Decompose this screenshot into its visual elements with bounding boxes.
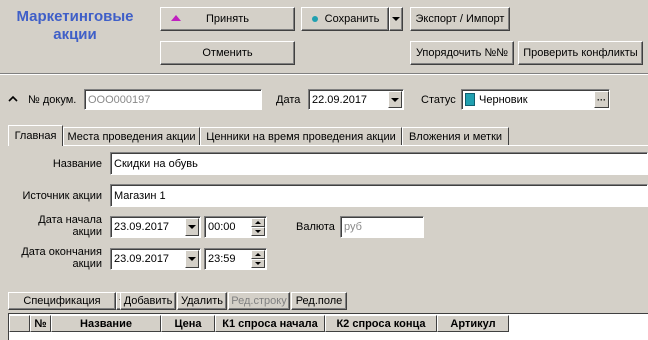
tab-attachments-label: Вложения и метки bbox=[408, 130, 503, 143]
date-dropdown-button[interactable] bbox=[388, 91, 402, 108]
start-date-label-line1: Дата начала bbox=[38, 214, 102, 226]
cancel-label: Отменить bbox=[202, 47, 253, 59]
edit-field-button[interactable]: Ред.поле bbox=[291, 292, 347, 310]
order-numbers-button[interactable]: Упорядочить №№ bbox=[410, 41, 514, 65]
tab-main-label: Главная bbox=[14, 130, 57, 142]
specification-button[interactable]: Спецификация bbox=[8, 292, 116, 310]
arrow-up-icon bbox=[255, 221, 261, 224]
spin-down-button[interactable] bbox=[251, 259, 265, 268]
add-row-label: Добавить bbox=[123, 295, 173, 307]
save-label: Сохранить bbox=[324, 13, 380, 25]
export-import-button[interactable]: Экспорт / Импорт bbox=[410, 7, 510, 31]
collapse-toggle[interactable] bbox=[8, 94, 18, 102]
document-icon bbox=[465, 93, 475, 106]
source-label: Источник акции bbox=[22, 190, 102, 202]
end-date-dropdown-button[interactable] bbox=[185, 250, 199, 268]
edit-field-label: Ред.поле bbox=[295, 295, 343, 307]
spin-down-button[interactable] bbox=[251, 227, 265, 236]
status-label: Статус bbox=[421, 94, 456, 106]
start-date-label-line2: акции bbox=[72, 226, 102, 238]
header-separator bbox=[0, 73, 648, 75]
source-field[interactable]: Магазин 1 bbox=[110, 184, 648, 207]
edit-row-button[interactable]: Ред.строку bbox=[228, 292, 290, 310]
window-title-line1: Маркетинговые bbox=[16, 8, 134, 25]
accept-button[interactable]: Принять bbox=[160, 7, 295, 31]
add-row-button[interactable]: Добавить bbox=[120, 292, 176, 310]
tab-price-tags-label: Ценники на время проведения акции bbox=[206, 130, 396, 143]
arrow-down-icon bbox=[255, 230, 261, 233]
start-date-label: Дата начала акции bbox=[0, 214, 102, 238]
check-conflicts-button[interactable]: Проверить конфликты bbox=[518, 41, 643, 65]
chevron-down-icon bbox=[188, 225, 196, 229]
start-date-dropdown-button[interactable] bbox=[185, 218, 199, 236]
doc-number-label: № докум. bbox=[28, 94, 77, 106]
tab-main[interactable]: Главная bbox=[8, 125, 63, 146]
status-field[interactable]: Черновик bbox=[461, 89, 610, 110]
grid-header-number[interactable]: № bbox=[30, 315, 51, 332]
name-field[interactable]: Скидки на обувь bbox=[110, 152, 648, 175]
chevron-down-icon bbox=[188, 257, 196, 261]
arrow-down-icon bbox=[255, 262, 261, 265]
spin-up-button[interactable] bbox=[251, 218, 265, 227]
chevron-up-icon bbox=[8, 95, 18, 102]
date-label: Дата bbox=[276, 94, 301, 106]
grid-header-name[interactable]: Название bbox=[51, 315, 161, 332]
end-time-spinner[interactable] bbox=[251, 250, 265, 268]
tab-locations-label: Места проведения акции bbox=[67, 130, 196, 143]
grid-header-k1[interactable]: К1 спроса начала bbox=[215, 315, 325, 332]
window-title: Маркетинговые акции bbox=[0, 8, 150, 44]
end-date-label-line1: Дата окончания bbox=[21, 246, 102, 258]
start-time-spinner[interactable] bbox=[251, 218, 265, 236]
chevron-down-icon bbox=[392, 17, 400, 21]
specification-label: Спецификация bbox=[23, 295, 101, 307]
currency-label: Валюта bbox=[296, 221, 335, 233]
tab-page-border bbox=[8, 145, 648, 146]
edit-row-label: Ред.строку bbox=[231, 295, 287, 307]
grid-header-k2[interactable]: К2 спроса конца bbox=[325, 315, 437, 332]
end-date-label-line2: акции bbox=[72, 258, 102, 270]
check-conflicts-label: Проверить конфликты bbox=[523, 47, 638, 59]
grid-header-price[interactable]: Цена bbox=[161, 315, 215, 332]
cancel-button[interactable]: Отменить bbox=[160, 41, 295, 65]
save-icon bbox=[312, 16, 318, 22]
status-value: Черновик bbox=[479, 93, 528, 106]
order-numbers-label: Упорядочить №№ bbox=[415, 47, 509, 59]
ellipsis-icon: ··· bbox=[597, 94, 606, 105]
chevron-down-icon bbox=[391, 97, 399, 102]
arrow-up-icon bbox=[255, 253, 261, 256]
name-label: Название bbox=[52, 158, 102, 170]
accept-label: Принять bbox=[206, 13, 249, 25]
grid-indicator-column bbox=[9, 315, 30, 332]
save-dropdown-button[interactable] bbox=[389, 7, 403, 31]
spin-up-button[interactable] bbox=[251, 250, 265, 259]
tab-price-tags[interactable]: Ценники на время проведения акции bbox=[200, 127, 402, 146]
end-date-label: Дата окончания акции bbox=[0, 246, 102, 270]
delete-row-label: Удалить bbox=[181, 295, 223, 307]
window-title-line2: акции bbox=[53, 26, 97, 43]
tab-attachments[interactable]: Вложения и метки bbox=[402, 127, 509, 146]
doc-number-field[interactable]: ООО000197 bbox=[84, 89, 262, 110]
export-import-label: Экспорт / Импорт bbox=[415, 13, 505, 25]
save-button[interactable]: Сохранить bbox=[301, 7, 389, 31]
triangle-up-icon bbox=[171, 15, 181, 21]
status-select-button[interactable]: ··· bbox=[594, 91, 609, 108]
tab-locations[interactable]: Места проведения акции bbox=[63, 127, 200, 146]
grid-header-article[interactable]: Артикул bbox=[437, 315, 509, 332]
delete-row-button[interactable]: Удалить bbox=[177, 292, 227, 310]
currency-field[interactable]: руб bbox=[340, 216, 424, 238]
